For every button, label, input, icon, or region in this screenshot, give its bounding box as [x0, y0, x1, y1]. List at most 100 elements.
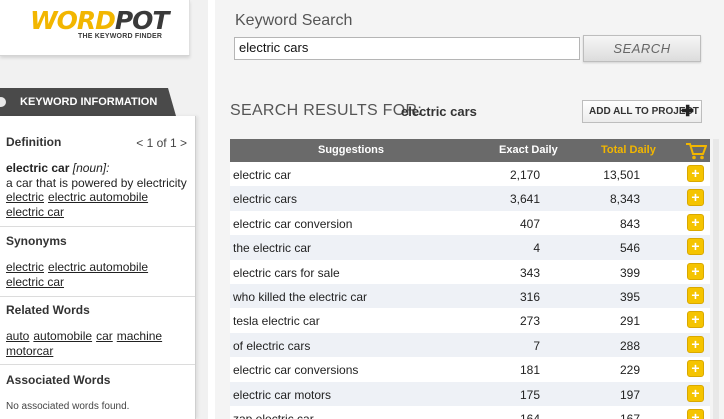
table-row[interactable]: electric car conversion 407 843 +	[230, 210, 710, 236]
synonym-link[interactable]: electric automobile	[48, 260, 148, 274]
suggestion-cell[interactable]: zap electric car	[233, 412, 314, 419]
table-row[interactable]: tesla electric car 273 291 +	[230, 308, 710, 333]
exact-daily-cell: 3,641	[509, 192, 540, 207]
table-row[interactable]: electric car motors 175 197 +	[230, 381, 710, 406]
synonyms-heading: Synonyms	[6, 234, 67, 248]
table-row[interactable]: electric cars for sale 343 399 +	[230, 259, 710, 284]
related-link[interactable]: automobile	[33, 329, 92, 343]
total-daily-cell: 399	[619, 265, 640, 280]
add-to-project-plus-icon[interactable]: +	[687, 384, 704, 402]
suggestion-cell[interactable]: electric cars	[233, 192, 297, 206]
exact-daily-cell: 316	[519, 289, 540, 304]
column-suggestions[interactable]: Suggestions	[318, 144, 384, 156]
add-to-project-plus-icon[interactable]: +	[687, 360, 704, 378]
add-to-project-plus-icon[interactable]: +	[687, 189, 704, 207]
keyword-info-panel: Definition < 1 of 1 > electric car [noun…	[0, 116, 196, 419]
add-to-project-plus-icon[interactable]: +	[687, 213, 704, 231]
add-to-project-plus-icon[interactable]: +	[687, 286, 704, 304]
total-daily-cell: 546	[619, 241, 640, 256]
suggestion-cell[interactable]: who killed the electric car	[233, 290, 367, 304]
column-total-daily[interactable]: Total Daily	[601, 144, 656, 156]
add-to-project-plus-icon[interactable]: +	[687, 311, 704, 329]
add-all-to-project-button[interactable]: ADD ALL TO PROJECT ✚	[582, 100, 702, 123]
definition-link[interactable]: electric car	[6, 205, 64, 219]
search-results-term: electric cars	[401, 104, 477, 119]
table-header: Suggestions Exact Daily Total Daily	[230, 139, 710, 162]
total-daily-cell: 8,343	[609, 192, 640, 207]
scrollbar[interactable]	[713, 139, 719, 419]
table-row[interactable]: who killed the electric car 316 395 +	[230, 283, 710, 309]
exact-daily-cell: 7	[533, 338, 540, 353]
total-daily-cell: 395	[619, 289, 640, 304]
suggestion-cell[interactable]: electric car conversion	[233, 217, 352, 231]
table-row[interactable]: electric car 2,170 13,501 +	[230, 162, 710, 187]
definition-text: a car that is powered by electricity	[6, 176, 187, 190]
keyword-search-input[interactable]: electric cars	[234, 37, 580, 60]
definition-link[interactable]: electric	[6, 190, 44, 204]
add-to-project-plus-icon[interactable]: +	[687, 262, 704, 280]
table-body: electric car 2,170 13,501 + electric cars 3,6…	[230, 162, 710, 419]
suggestion-cell[interactable]: electric car motors	[233, 388, 331, 402]
suggestion-cell[interactable]: the electric car	[233, 241, 311, 255]
definition-links: electric electric automobile	[6, 190, 152, 204]
exact-daily-cell: 407	[519, 216, 540, 231]
related-link[interactable]: auto	[6, 329, 29, 343]
related-link[interactable]: machine	[117, 329, 162, 343]
exact-daily-cell: 181	[519, 363, 540, 378]
suggestion-cell[interactable]: tesla electric car	[233, 314, 320, 328]
synonyms-links: electric electric automobile	[6, 260, 152, 274]
exact-daily-cell: 2,170	[509, 168, 540, 182]
related-words-links: auto automobile car machine	[6, 329, 166, 343]
search-results-label: SEARCH RESULTS FOR:	[230, 102, 423, 119]
synonym-link[interactable]: electric	[6, 260, 44, 274]
divider	[0, 296, 195, 297]
left-column: WORDPOT THE KEYWORD FINDER KEYWORD INFOR…	[0, 0, 208, 419]
table-row[interactable]: electric car conversions 181 229 +	[230, 357, 710, 382]
plus-icon: ✚	[681, 103, 694, 120]
definition-pager[interactable]: < 1 of 1 >	[136, 136, 187, 150]
results-table: Suggestions Exact Daily Total Daily elec…	[230, 139, 710, 419]
related-words-links-2: motorcar	[6, 344, 57, 358]
add-to-project-plus-icon[interactable]: +	[687, 238, 704, 256]
logo-wordmark: WORDPOT	[30, 6, 169, 35]
total-daily-cell: 167	[619, 411, 640, 419]
table-row[interactable]: electric cars 3,641 8,343 +	[230, 186, 710, 211]
total-daily-cell: 291	[619, 314, 640, 329]
related-link[interactable]: motorcar	[6, 344, 53, 358]
associated-words-heading: Associated Words	[6, 373, 111, 387]
total-daily-cell: 197	[619, 387, 640, 402]
suggestion-cell[interactable]: electric car	[233, 168, 291, 182]
add-to-project-plus-icon[interactable]: +	[687, 335, 704, 353]
related-link[interactable]: car	[96, 329, 113, 343]
table-row[interactable]: zap electric car 164 167 +	[230, 405, 710, 419]
suggestion-cell[interactable]: of electric cars	[233, 339, 310, 353]
suggestion-cell[interactable]: electric cars for sale	[233, 266, 340, 280]
definition-heading: Definition	[6, 135, 62, 149]
column-exact-daily[interactable]: Exact Daily	[499, 144, 558, 156]
divider	[0, 226, 195, 227]
add-to-project-plus-icon[interactable]: +	[687, 165, 704, 182]
associated-words-empty: No associated words found.	[6, 401, 130, 412]
total-daily-cell: 843	[619, 216, 640, 231]
table-row[interactable]: of electric cars 7 288 +	[230, 332, 710, 358]
table-row[interactable]: the electric car 4 546 +	[230, 235, 710, 260]
total-daily-cell: 229	[619, 363, 640, 378]
add-to-project-plus-icon[interactable]: +	[687, 408, 704, 419]
divider	[0, 364, 195, 365]
keyword-search-label: Keyword Search	[235, 12, 353, 29]
exact-daily-cell: 4	[533, 241, 540, 256]
total-daily-cell: 288	[619, 338, 640, 353]
keyword-information-label: KEYWORD INFORMATION	[20, 96, 158, 108]
suggestion-cell[interactable]: electric car conversions	[233, 363, 358, 377]
synonym-link[interactable]: electric car	[6, 275, 64, 289]
exact-daily-cell: 343	[519, 265, 540, 280]
exact-daily-cell: 273	[519, 314, 540, 329]
definition-term: electric car [noun]:	[6, 161, 110, 175]
logo-tagline: THE KEYWORD FINDER	[78, 33, 163, 40]
total-daily-cell: 13,501	[603, 168, 640, 182]
keyword-information-tab[interactable]: KEYWORD INFORMATION	[0, 88, 176, 116]
search-button[interactable]: SEARCH	[583, 35, 701, 62]
definition-links-2: electric car	[6, 205, 68, 219]
logo[interactable]: WORDPOT THE KEYWORD FINDER	[0, 0, 190, 56]
definition-link[interactable]: electric automobile	[48, 190, 148, 204]
